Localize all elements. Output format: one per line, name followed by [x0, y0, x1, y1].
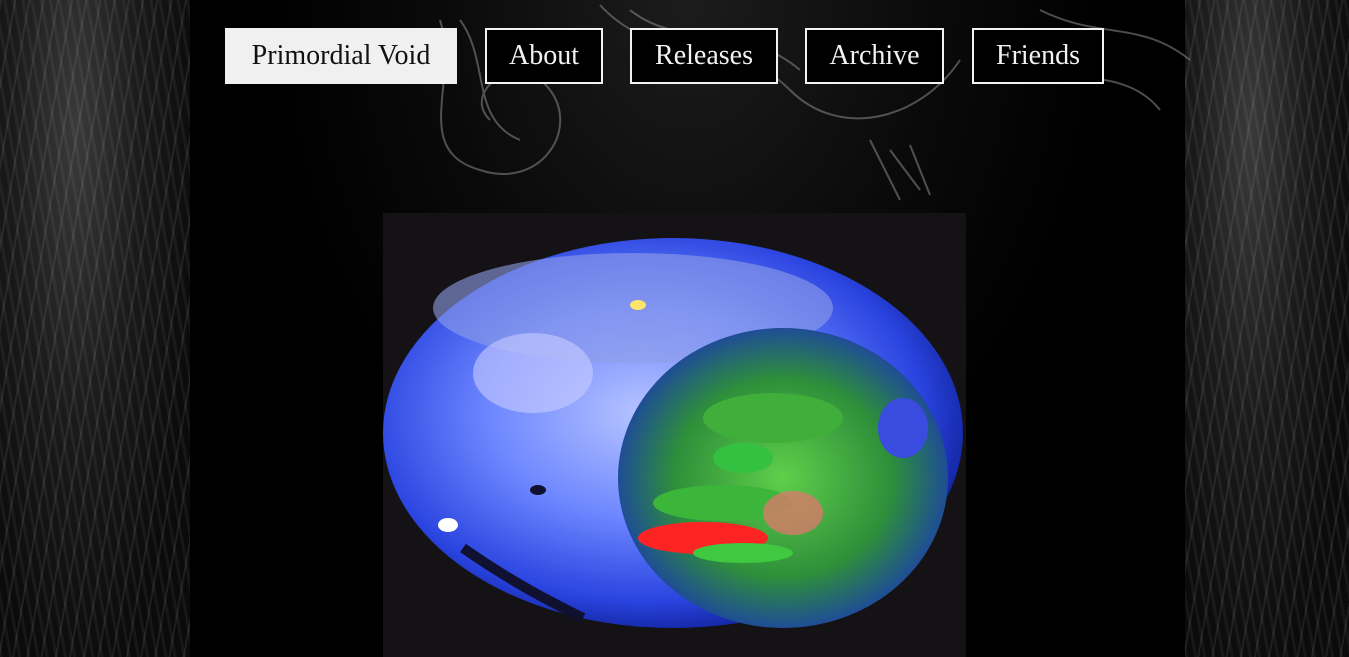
nav-item-about[interactable]: About [485, 28, 603, 84]
left-texture-panel [0, 0, 190, 657]
nav-item-releases[interactable]: Releases [630, 28, 778, 84]
main-nav: Primordial Void About Releases Archive F… [0, 28, 1349, 84]
glitch-orb-video[interactable] [383, 213, 966, 657]
nav-item-primordial-void[interactable]: Primordial Void [225, 28, 457, 84]
nav-item-friends[interactable]: Friends [972, 28, 1104, 84]
right-texture-panel [1185, 0, 1349, 657]
glitch-orb-icon [383, 238, 963, 628]
nav-item-archive[interactable]: Archive [805, 28, 944, 84]
page: Primordial Void About Releases Archive F… [0, 0, 1349, 657]
